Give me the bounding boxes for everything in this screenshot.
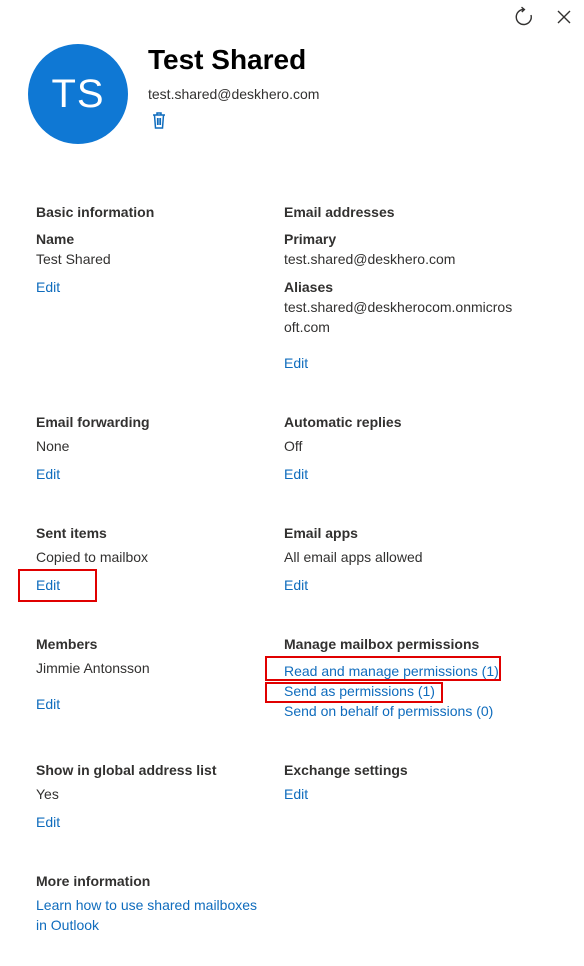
members-value: Jimmie Antonsson	[36, 660, 150, 676]
aliases-label: Aliases	[284, 279, 334, 295]
email-apps-edit-link[interactable]: Edit	[284, 575, 308, 595]
members-edit-link[interactable]: Edit	[36, 694, 60, 714]
more-information-heading: More information	[36, 873, 151, 889]
avatar: TS	[28, 44, 128, 144]
trash-icon	[153, 112, 165, 129]
email-forwarding-edit-link[interactable]: Edit	[36, 464, 60, 484]
shared-mailboxes-help-link-line1[interactable]: Learn how to use shared mailboxes	[36, 895, 257, 915]
global-address-list-heading: Show in global address list	[36, 762, 217, 778]
highlight-box-read-manage	[265, 656, 501, 681]
close-button[interactable]	[553, 6, 575, 28]
email-addresses-heading: Email addresses	[284, 204, 395, 220]
name-label: Name	[36, 231, 75, 247]
close-icon	[557, 10, 571, 24]
exchange-settings-edit-link[interactable]: Edit	[284, 784, 308, 804]
mailbox-name-title: Test Shared	[148, 44, 307, 75]
manage-mailbox-permissions-heading: Manage mailbox permissions	[284, 636, 480, 652]
automatic-replies-edit-link[interactable]: Edit	[284, 464, 308, 484]
aliases-value-line1: test.shared@deskherocom.onmicros	[284, 299, 513, 315]
email-apps-heading: Email apps	[284, 525, 358, 541]
members-heading: Members	[36, 636, 98, 652]
global-address-list-edit-link[interactable]: Edit	[36, 812, 60, 832]
refresh-icon	[515, 6, 532, 26]
basic-information-heading: Basic information	[36, 204, 155, 220]
email-forwarding-value: None	[36, 438, 70, 454]
basic-information-edit-link[interactable]: Edit	[36, 277, 60, 297]
primary-label: Primary	[284, 231, 337, 247]
delete-button[interactable]	[150, 111, 168, 131]
email-forwarding-heading: Email forwarding	[36, 414, 150, 430]
avatar-initials: TS	[51, 71, 105, 116]
email-addresses-edit-link[interactable]: Edit	[284, 353, 308, 373]
primary-value: test.shared@deskhero.com	[284, 251, 456, 267]
automatic-replies-value: Off	[284, 438, 303, 454]
mailbox-email: test.shared@deskhero.com	[148, 86, 320, 102]
aliases-value-line2: oft.com	[284, 319, 330, 335]
refresh-button[interactable]	[513, 6, 535, 28]
shared-mailboxes-help-link-line2[interactable]: in Outlook	[36, 915, 99, 935]
global-address-list-value: Yes	[36, 786, 59, 802]
send-on-behalf-permissions-link[interactable]: Send on behalf of permissions (0)	[284, 701, 493, 721]
highlight-box-send-as	[265, 682, 443, 703]
exchange-settings-heading: Exchange settings	[284, 762, 408, 778]
name-value: Test Shared	[36, 251, 111, 267]
email-apps-value: All email apps allowed	[284, 549, 423, 565]
automatic-replies-heading: Automatic replies	[284, 414, 402, 430]
sent-items-value: Copied to mailbox	[36, 549, 149, 565]
highlight-box-sent-items-edit	[18, 569, 97, 602]
sent-items-heading: Sent items	[36, 525, 107, 541]
